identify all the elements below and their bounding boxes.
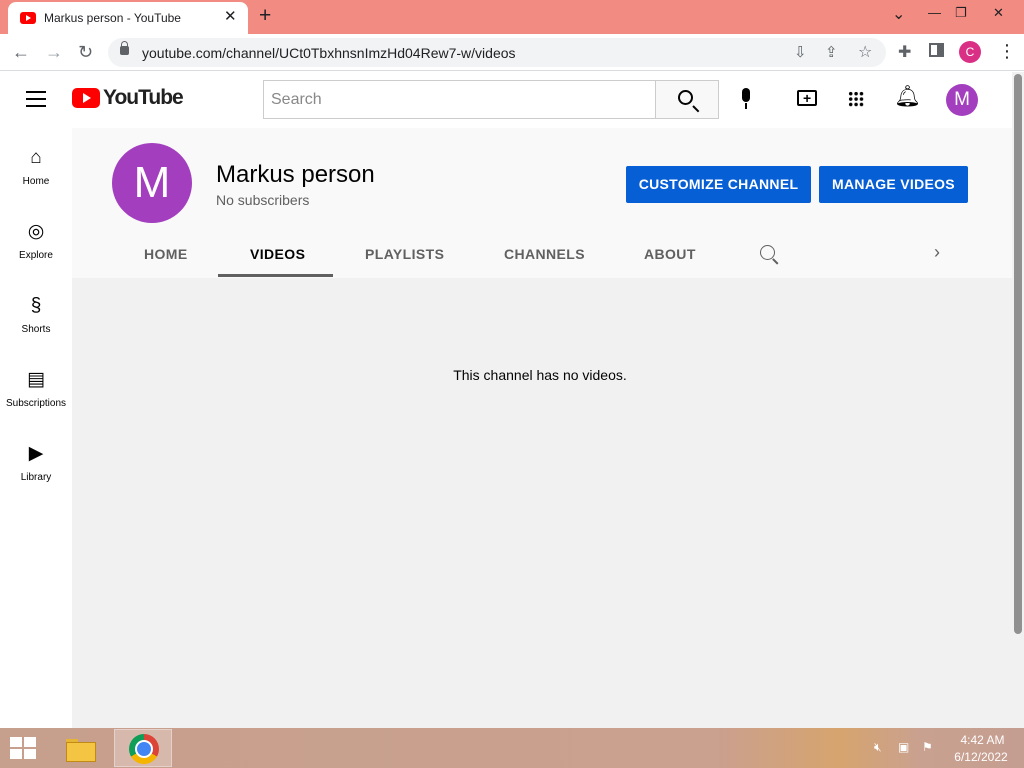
- browser-tab[interactable]: Markus person - YouTube ✕: [8, 2, 248, 34]
- new-tab-button[interactable]: +: [259, 5, 271, 27]
- tab-close-icon[interactable]: ✕: [224, 9, 237, 25]
- menu-icon[interactable]: [26, 91, 46, 107]
- guide-item-home[interactable]: ⌂ Home: [0, 128, 72, 202]
- channel-tabs: HOME VIDEOS PLAYLISTS CHANNELS ABOUT ›: [72, 233, 1012, 278]
- home-icon: ⌂: [30, 147, 42, 168]
- guide-item-explore[interactable]: ◎ Explore: [0, 202, 72, 276]
- search-input[interactable]: [263, 80, 656, 119]
- lock-icon[interactable]: [120, 41, 129, 55]
- page-scrollbar[interactable]: [1012, 72, 1024, 728]
- browser-menu-icon[interactable]: ⋮: [998, 41, 1016, 62]
- chevron-right-icon[interactable]: ›: [934, 242, 940, 263]
- chrome-icon: [129, 734, 159, 764]
- voice-search-icon[interactable]: [740, 88, 752, 112]
- share-icon[interactable]: ⇪: [825, 43, 838, 61]
- guide-sidebar: ⌂ Home ◎ Explore § Shorts ▤ Subscription…: [0, 128, 72, 728]
- channel-avatar: M: [112, 143, 192, 223]
- subscriptions-icon: ▤: [27, 369, 45, 390]
- guide-item-label: Shorts: [21, 324, 51, 335]
- youtube-logo-icon[interactable]: [72, 88, 100, 108]
- tab-about[interactable]: ABOUT: [644, 246, 696, 262]
- windows-taskbar: 🔇︎ ▣ ⚑ 4:42 AM 6/12/2022: [0, 728, 1024, 768]
- search-icon: [678, 90, 693, 105]
- guide-item-shorts[interactable]: § Shorts: [0, 276, 72, 350]
- restore-button[interactable]: ❐: [955, 5, 967, 21]
- tab-search-dropdown-icon[interactable]: ⌄: [892, 4, 905, 24]
- shorts-icon: §: [30, 295, 42, 316]
- library-icon: ▶: [28, 443, 44, 464]
- guide-item-library[interactable]: ▶ Library: [0, 424, 72, 498]
- chrome-taskbar-button[interactable]: [114, 729, 172, 767]
- profile-avatar[interactable]: C: [959, 41, 981, 63]
- install-icon[interactable]: ⇩: [794, 43, 807, 61]
- youtube-masthead: YouTube + 🔔︎ M: [0, 72, 1012, 128]
- file-explorer-icon[interactable]: [64, 736, 98, 762]
- side-panel-icon[interactable]: [929, 43, 944, 57]
- url-text[interactable]: youtube.com/channel/UCt0TbxhnsnImzHd04Re…: [142, 45, 516, 61]
- guide-item-subscriptions[interactable]: ▤ Subscriptions: [0, 350, 72, 424]
- address-bar[interactable]: youtube.com/channel/UCt0TbxhnsnImzHd04Re…: [108, 38, 886, 67]
- customize-channel-button[interactable]: CUSTOMIZE CHANNEL: [626, 166, 811, 203]
- guide-item-label: Library: [20, 472, 52, 483]
- guide-item-label: Explore: [19, 250, 53, 261]
- create-video-icon[interactable]: +: [797, 90, 817, 106]
- tab-channels[interactable]: CHANNELS: [504, 246, 585, 262]
- network-icon[interactable]: ▣: [898, 740, 909, 754]
- notifications-bell-icon[interactable]: 🔔︎: [894, 85, 921, 109]
- browser-toolbar: ← → ↻ youtube.com/channel/UCt0TbxhnsnImz…: [0, 34, 1024, 71]
- tab-home[interactable]: HOME: [144, 246, 188, 262]
- volume-muted-icon[interactable]: 🔇︎: [874, 740, 882, 755]
- tab-videos[interactable]: VIDEOS: [250, 246, 305, 262]
- window-close-button[interactable]: ✕: [993, 5, 1004, 21]
- guide-item-label: Subscriptions: [5, 398, 67, 409]
- videos-content-area: This channel has no videos.: [72, 278, 1012, 728]
- account-avatar[interactable]: M: [946, 84, 978, 116]
- empty-state-message: This channel has no videos.: [453, 367, 627, 383]
- extensions-icon[interactable]: ✚: [898, 42, 911, 62]
- search-button[interactable]: [655, 80, 719, 119]
- clock-date[interactable]: 6/12/2022: [948, 750, 1014, 764]
- channel-header: M Markus person No subscribers CUSTOMIZE…: [72, 128, 1012, 278]
- reload-button[interactable]: ↻: [78, 42, 93, 62]
- guide-item-label: Home: [22, 176, 50, 187]
- manage-videos-button[interactable]: MANAGE VIDEOS: [819, 166, 968, 203]
- scrollbar-thumb[interactable]: [1014, 74, 1022, 634]
- back-button[interactable]: ←: [12, 42, 30, 62]
- compass-icon: ◎: [27, 221, 45, 242]
- clock-time[interactable]: 4:42 AM: [955, 733, 1010, 747]
- forward-button[interactable]: →: [45, 42, 63, 62]
- action-center-flag-icon[interactable]: ⚑: [922, 740, 933, 754]
- minimize-button[interactable]: —: [928, 5, 941, 20]
- channel-name: Markus person: [216, 161, 375, 188]
- tab-title: Markus person - YouTube: [44, 11, 181, 25]
- channel-search-icon[interactable]: [760, 245, 775, 260]
- star-icon[interactable]: ☆: [858, 42, 872, 62]
- youtube-logo-text[interactable]: YouTube: [103, 86, 184, 110]
- windows-start-icon[interactable]: [10, 737, 38, 759]
- tab-playlists[interactable]: PLAYLISTS: [365, 246, 444, 262]
- browser-tabstrip: Markus person - YouTube ✕ + ⌄ — ❐ ✕: [0, 0, 1024, 34]
- youtube-favicon-icon: [20, 12, 36, 24]
- subscriber-count: No subscribers: [216, 192, 310, 208]
- apps-icon[interactable]: [848, 91, 864, 107]
- active-tab-indicator: [218, 274, 333, 277]
